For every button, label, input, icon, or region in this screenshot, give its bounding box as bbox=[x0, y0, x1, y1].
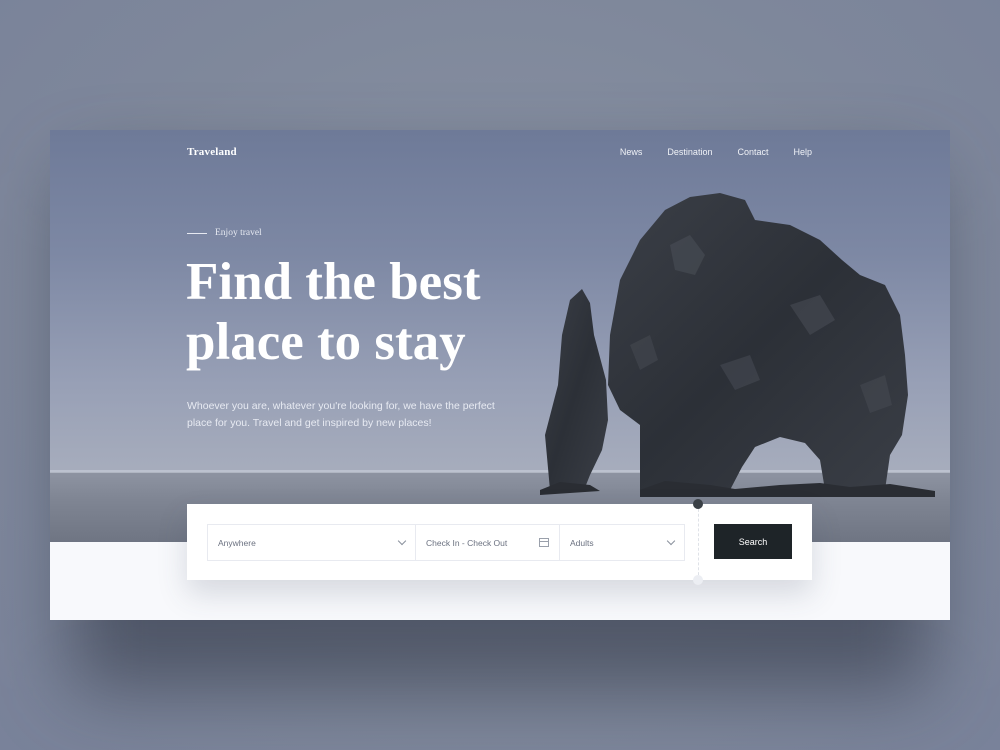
divider-dot-top bbox=[693, 499, 703, 509]
dates-value: Check In - Check Out bbox=[426, 537, 508, 548]
rock-arch-image bbox=[540, 193, 935, 497]
divider-dot-bottom bbox=[693, 575, 703, 585]
nav-item-help[interactable]: Help bbox=[793, 147, 812, 157]
location-select[interactable]: Anywhere bbox=[208, 525, 415, 560]
headline-line-2: place to stay bbox=[186, 313, 466, 371]
search-bar: Anywhere Check In - Check Out Adults Sea… bbox=[187, 499, 812, 585]
nav-item-news[interactable]: News bbox=[620, 147, 643, 157]
eyebrow-line bbox=[187, 232, 207, 234]
nav-item-destination[interactable]: Destination bbox=[667, 147, 712, 157]
chevron-down-icon bbox=[397, 536, 407, 546]
chevron-down-icon bbox=[666, 536, 676, 546]
search-fields: Anywhere Check In - Check Out Adults bbox=[207, 524, 685, 561]
search-button[interactable]: Search bbox=[714, 524, 792, 559]
hero-section: Traveland News Destination Contact Help … bbox=[50, 130, 950, 542]
hero-headline: Find the best place to stay bbox=[186, 252, 546, 372]
guests-value: Adults bbox=[570, 537, 594, 548]
location-value: Anywhere bbox=[218, 537, 256, 548]
brand-logo[interactable]: Traveland bbox=[187, 146, 237, 158]
eyebrow-text: Enjoy travel bbox=[215, 228, 262, 238]
dashed-divider bbox=[698, 504, 700, 580]
hero-subtext: Whoever you are, whatever you're looking… bbox=[187, 400, 495, 429]
headline-line-1: Find the best bbox=[186, 253, 481, 311]
date-range-input[interactable]: Check In - Check Out bbox=[415, 525, 559, 560]
main-nav: News Destination Contact Help bbox=[620, 147, 812, 157]
nav-item-contact[interactable]: Contact bbox=[737, 147, 768, 157]
landing-page: Traveland News Destination Contact Help … bbox=[50, 130, 950, 620]
guests-select[interactable]: Adults bbox=[559, 525, 684, 560]
hero-eyebrow: Enjoy travel bbox=[187, 228, 262, 238]
calendar-icon bbox=[539, 538, 549, 547]
